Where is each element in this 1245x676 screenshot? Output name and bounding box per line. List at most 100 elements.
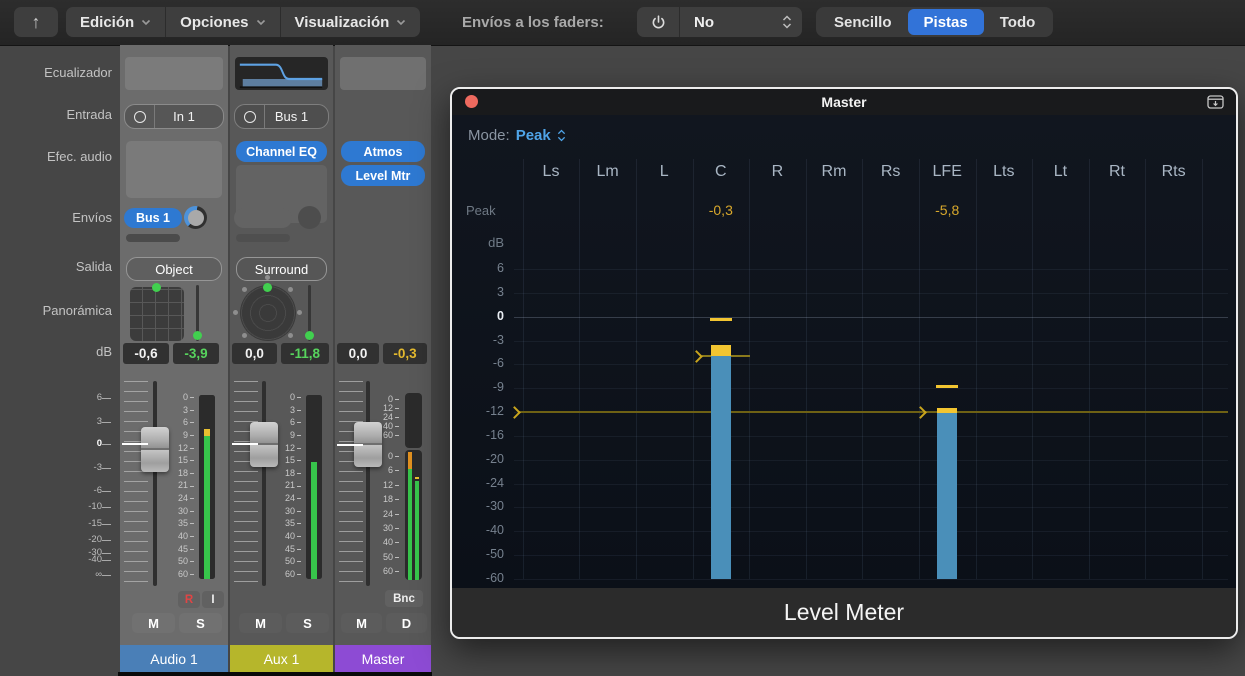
meter-bar-lfe <box>937 413 958 579</box>
db-tick-label: -30 <box>485 499 504 514</box>
close-button[interactable] <box>465 95 478 108</box>
menu-visualizacion[interactable]: Visualización <box>281 7 421 37</box>
scale-tick-label: 21 <box>279 481 301 490</box>
segment-sencillo[interactable]: Sencillo <box>818 9 908 35</box>
eq-thumbnail[interactable] <box>125 57 223 90</box>
level-meter-strip <box>199 395 215 579</box>
mute-button[interactable]: M <box>239 613 282 633</box>
row-label-eq: Ecualizador <box>44 65 112 80</box>
scale-tick-label: 35 <box>172 519 194 528</box>
sends-mode-select[interactable]: No <box>680 7 802 37</box>
db-ruler-label: -20 <box>88 534 111 545</box>
fader-scale-bottom: 0 6 12 18 24 30 40 50 60 <box>377 452 399 576</box>
plugin-window-titlebar[interactable]: Master <box>452 89 1236 115</box>
solo-button[interactable]: S <box>286 613 329 633</box>
db-tick-label: -12 <box>485 404 504 418</box>
output-button[interactable]: Surround <box>236 257 327 281</box>
link-window-icon[interactable] <box>1207 95 1224 114</box>
level-meter-strip <box>306 395 322 579</box>
bounce-button[interactable]: Bnc <box>385 590 423 607</box>
send-slot-empty[interactable] <box>234 208 292 228</box>
column-separator <box>918 159 920 579</box>
scale-tick-label: 3 <box>279 405 301 415</box>
scale-tick-label: 12 <box>279 443 301 453</box>
updown-chevron-icon <box>557 129 565 142</box>
scale-tick-label: 3 <box>172 405 194 415</box>
meter-level-bar <box>408 451 412 469</box>
peak-value[interactable]: -0,3 <box>383 343 427 364</box>
menu-edicion[interactable]: Edición <box>66 7 167 37</box>
channel-strip-audio1[interactable]: In 1 Bus 1 Object -0,6 -3,9 0 3 6 9 12 15 18 21… <box>120 45 228 673</box>
menu-opciones[interactable]: Opciones <box>166 7 281 37</box>
audio-fx-atmos[interactable]: Atmos <box>341 141 425 162</box>
input-mode-icon <box>244 110 256 123</box>
track-nameplate[interactable]: Master <box>335 645 431 672</box>
sends-power-button[interactable] <box>637 7 680 37</box>
scale-tick-label: 18 <box>377 495 399 504</box>
db-ruler-label: -6 <box>94 485 111 496</box>
fader-track <box>366 381 370 586</box>
gain-value[interactable]: 0,0 <box>232 343 277 364</box>
gain-value[interactable]: 0,0 <box>337 343 379 364</box>
scale-tick-label: 40 <box>172 532 194 541</box>
record-enable-button[interactable]: R <box>178 591 200 608</box>
gain-value[interactable]: -0,6 <box>123 343 169 364</box>
fader-track <box>153 381 157 586</box>
unity-notch <box>232 443 258 445</box>
db-ruler-label: -10 <box>88 501 111 512</box>
send-level-knob[interactable] <box>298 206 321 229</box>
db-tick-label: 0 <box>497 308 504 323</box>
send-level-knob[interactable] <box>184 206 207 229</box>
power-icon <box>652 14 664 28</box>
mute-button[interactable]: M <box>132 613 175 633</box>
meter-mode-control[interactable]: Mode: Peak <box>468 127 566 144</box>
solo-button[interactable]: S <box>179 613 222 633</box>
input-button[interactable]: In 1 <box>124 104 224 129</box>
volume-fader[interactable] <box>141 427 169 472</box>
meter-channel-label: Ls <box>542 163 560 180</box>
pan-slider[interactable] <box>305 285 314 341</box>
db-gridline <box>514 340 1228 342</box>
meter-level-bar <box>408 469 412 580</box>
audio-fx-slot-empty[interactable] <box>126 141 222 198</box>
scale-tick-label: 24 <box>172 494 194 503</box>
audio-fx-channel-eq[interactable]: Channel EQ <box>236 141 327 162</box>
eq-thumbnail[interactable] <box>235 57 328 90</box>
level-meter-plugin-window[interactable]: Master Mode: Peak 6 3 0 -3 -6 -9 -12 -16 -20 -24 -… <box>450 87 1238 639</box>
level-meter-display: Mode: Peak 6 3 0 -3 -6 -9 -12 -16 -20 -24 -30 -40 -5… <box>452 115 1236 591</box>
dim-button[interactable]: D <box>386 613 427 633</box>
channel-strip-master[interactable]: Atmos Level Mtr 0,0 -0,3 0 12 24 40 60 0 6 12 1… <box>335 45 431 673</box>
object-pan-grid[interactable] <box>130 283 184 341</box>
scale-tick-label: 0 <box>172 393 194 402</box>
input-button[interactable]: Bus 1 <box>234 104 329 129</box>
track-nameplate[interactable]: Audio 1 <box>120 645 228 672</box>
mixer-toolbar: ↑ Edición Opciones Visualización Envíos … <box>0 0 1245 46</box>
mute-button[interactable]: M <box>341 613 382 633</box>
send-slot-bus1[interactable]: Bus 1 <box>124 208 182 228</box>
db-tick-label: -20 <box>485 451 504 466</box>
track-nameplate[interactable]: Aux 1 <box>230 645 333 672</box>
scale-tick-label: 60 <box>279 569 301 579</box>
input-monitor-button[interactable]: I <box>202 591 224 608</box>
channel-strip-aux1[interactable]: Bus 1 Channel EQ Surround 0,0 -11,8 0 3 6 9… <box>230 45 333 673</box>
sends-to-faders-label: Envíos a los faders: <box>462 14 604 31</box>
sends-to-faders-control: No <box>637 7 802 37</box>
eq-thumbnail[interactable] <box>340 57 426 90</box>
audio-fx-level-meter[interactable]: Level Mtr <box>341 165 425 186</box>
peak-value[interactable]: -3,9 <box>173 343 219 364</box>
fader-scale: 0 3 6 9 12 15 18 21 24 30 35 40 45 50 60 <box>172 393 194 579</box>
go-up-button[interactable]: ↑ <box>14 7 58 37</box>
mode-value: Peak <box>515 127 551 144</box>
surround-pan-knob[interactable] <box>233 275 302 350</box>
row-label-input: Entrada <box>66 107 112 122</box>
db-ruler-label: 6 <box>97 392 111 403</box>
meter-channel-label: LFE <box>932 163 962 180</box>
output-button[interactable]: Object <box>126 257 222 281</box>
db-ruler-label: ∞ <box>95 569 111 580</box>
peak-value[interactable]: -11,8 <box>281 343 329 364</box>
scale-tick-label: 15 <box>279 456 301 465</box>
segment-todo[interactable]: Todo <box>984 9 1052 35</box>
column-separator <box>862 159 864 579</box>
pan-slider[interactable] <box>193 285 202 341</box>
segment-pistas[interactable]: Pistas <box>907 9 984 35</box>
